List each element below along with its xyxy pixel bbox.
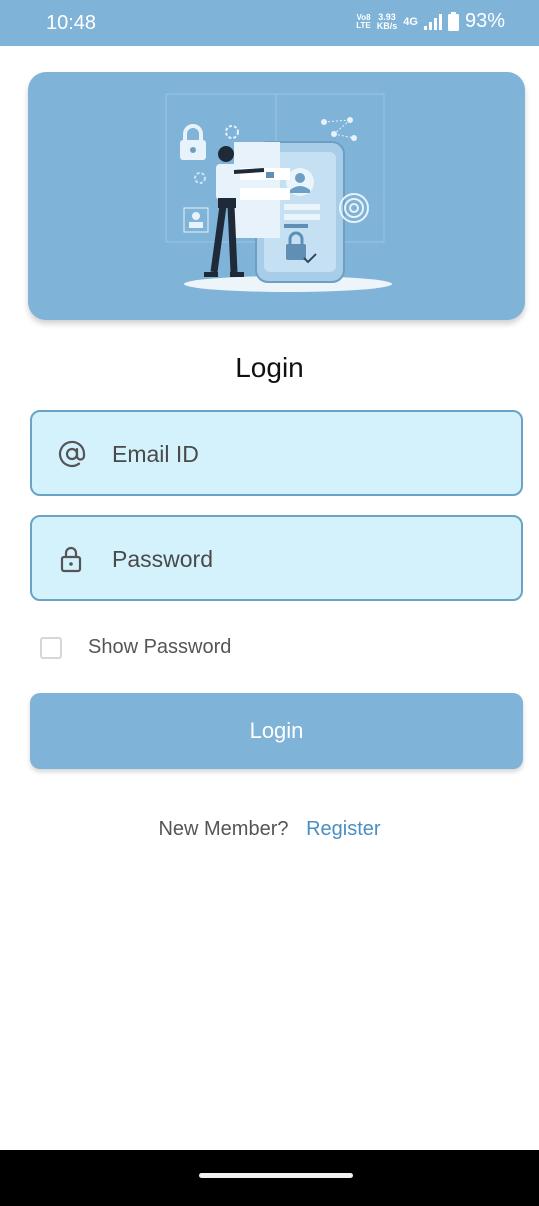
password-field[interactable] bbox=[30, 515, 523, 601]
register-question: New Member? bbox=[158, 818, 289, 840]
lock-icon bbox=[60, 546, 82, 573]
email-field[interactable] bbox=[30, 410, 523, 496]
show-password-checkbox[interactable] bbox=[40, 636, 62, 659]
hero-banner bbox=[28, 72, 525, 320]
navigation-bar bbox=[0, 1150, 539, 1206]
show-password-toggle[interactable]: Show Password bbox=[40, 636, 231, 659]
network-type: 4G bbox=[403, 15, 418, 28]
network-speed: 3.93 KB/s bbox=[376, 11, 398, 31]
show-password-label: Show Password bbox=[88, 636, 232, 658]
battery-percent: 93% bbox=[464, 10, 505, 32]
email-input[interactable] bbox=[110, 412, 514, 496]
battery-icon bbox=[447, 12, 459, 31]
status-time: 10:48 bbox=[46, 12, 97, 34]
register-link[interactable]: Register bbox=[306, 818, 380, 840]
login-button[interactable]: Login bbox=[30, 693, 523, 769]
home-indicator[interactable] bbox=[199, 1173, 353, 1178]
volte-indicator: Vo8 LTE bbox=[356, 12, 371, 30]
status-icons: Vo8 LTE 3.93 KB/s 4G 93% bbox=[356, 10, 505, 33]
security-login-illustration bbox=[165, 93, 392, 292]
password-input[interactable] bbox=[110, 517, 514, 601]
at-icon bbox=[58, 440, 86, 468]
signal-icon bbox=[423, 13, 442, 30]
register-row: New Member? Register bbox=[0, 818, 539, 841]
status-bar: 10:48 Vo8 LTE 3.93 KB/s 4G 93% bbox=[0, 0, 539, 46]
page-title: Login bbox=[235, 352, 304, 383]
